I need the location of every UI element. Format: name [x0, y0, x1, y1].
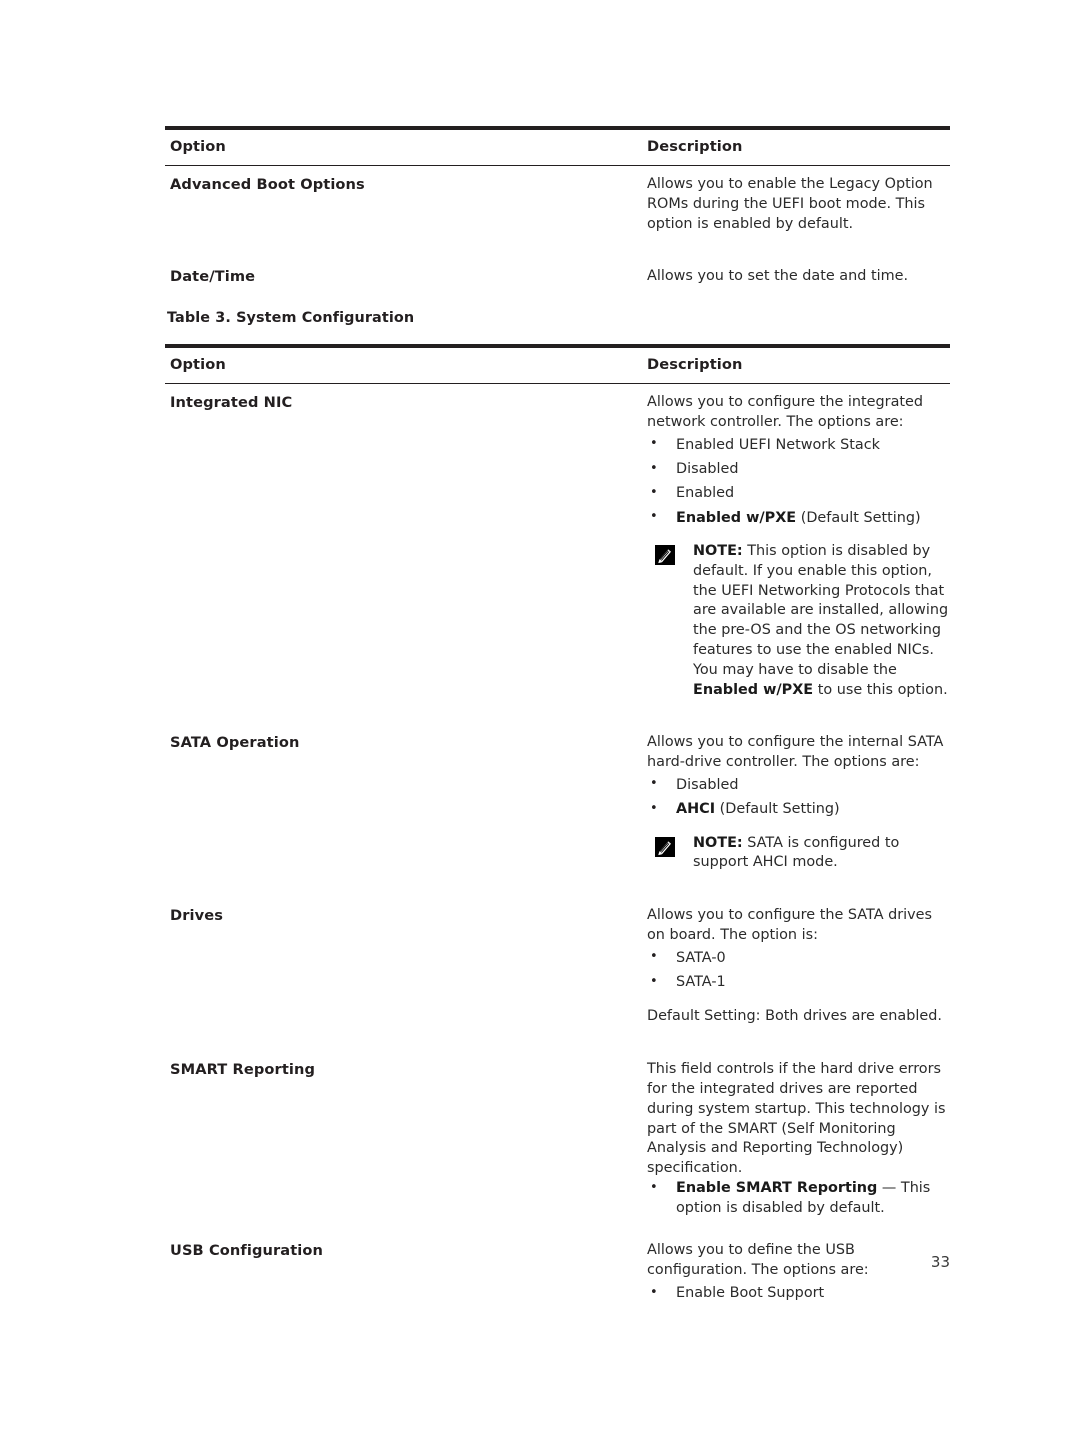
- list-item: Disabled: [647, 772, 950, 797]
- table-header-row: Option Description: [165, 348, 950, 384]
- table-row-drives: Drives Allows you to configure the SATA …: [165, 897, 950, 1027]
- list-item: SATA-1: [647, 970, 950, 995]
- option-bullet-list: Enabled UEFI Network Stack Disabled Enab…: [647, 432, 950, 530]
- row-spacer: [165, 1027, 950, 1051]
- column-header-description: Description: [647, 138, 743, 155]
- option-bullet-list: Disabled AHCI (Default Setting): [647, 772, 950, 822]
- description-paragraph: This field controls if the hard drive er…: [647, 1061, 946, 1177]
- note-pencil-icon: [655, 836, 675, 857]
- page-content: Option Description Advanced Boot Options…: [165, 126, 950, 1305]
- note-label: NOTE:: [693, 542, 743, 559]
- list-item-bold-text: Enabled w/PXE: [676, 509, 797, 526]
- note-bold-tail: Enabled w/PXE: [693, 681, 814, 698]
- option-bullet-list: SATA-0 SATA-1: [647, 945, 950, 995]
- list-item: Enabled w/PXE (Default Setting): [647, 505, 950, 530]
- description-outro: Default Setting: Both drives are enabled…: [647, 1008, 942, 1025]
- description-paragraph: Allows you to enable the Legacy Option R…: [647, 176, 933, 232]
- list-item-text: (Default Setting): [715, 801, 840, 818]
- option-bullet-list: Enable Boot Support: [647, 1281, 950, 1306]
- row-spacer: [165, 234, 950, 258]
- table-row: Date/Time Allows you to set the date and…: [165, 258, 950, 287]
- table-row: Advanced Boot Options Allows you to enab…: [165, 166, 950, 234]
- option-label: SATA Operation: [170, 734, 300, 752]
- table-caption: Table 3. System Configuration: [167, 310, 415, 327]
- option-description: Allows you to configure the internal SAT…: [643, 724, 950, 873]
- row-spacer: [165, 1218, 950, 1232]
- list-item: SATA-0: [647, 945, 950, 970]
- option-label: Drives: [170, 907, 224, 925]
- option-description: Allows you to enable the Legacy Option R…: [643, 166, 950, 234]
- table-row-sata-operation: SATA Operation Allows you to configure t…: [165, 724, 950, 873]
- list-item: AHCI (Default Setting): [647, 797, 950, 822]
- option-bullet-list: Enable SMART Reporting — This option is …: [647, 1178, 950, 1219]
- option-description: Allows you to set the date and time.: [643, 258, 950, 287]
- option-label: Date/Time: [170, 268, 256, 286]
- list-item-text: Enabled: [676, 485, 735, 502]
- description-paragraph: Allows you to set the date and time.: [647, 268, 909, 285]
- row-spacer: [165, 873, 950, 897]
- note-text: This option is disabled by default. If y…: [693, 542, 949, 678]
- table-header-row: Option Description: [165, 130, 950, 166]
- page-number: 33: [930, 1253, 950, 1271]
- list-item: Enabled: [647, 481, 950, 506]
- column-header-option: Option: [170, 356, 226, 374]
- description-paragraph: Allows you to configure the SATA drives …: [647, 907, 933, 943]
- system-configuration-table: Option Description Integrated NIC Allows…: [165, 344, 950, 1305]
- note-pencil-icon: [655, 544, 675, 565]
- row-spacer: [165, 700, 950, 724]
- list-item: Enabled UEFI Network Stack: [647, 432, 950, 457]
- list-item: Enable Boot Support: [647, 1281, 950, 1306]
- option-description: Allows you to configure the SATA drives …: [643, 897, 950, 1027]
- list-item-bold-text: Enable SMART Reporting: [676, 1179, 878, 1196]
- description-paragraph: Allows you to configure the internal SAT…: [647, 734, 944, 771]
- list-item-text: Enable Boot Support: [676, 1285, 825, 1302]
- list-item-text: Disabled: [676, 461, 739, 478]
- table-row-smart-reporting: SMART Reporting This field controls if t…: [165, 1051, 950, 1218]
- option-description: Allows you to configure the integrated n…: [643, 384, 950, 700]
- list-item-text: Enabled UEFI Network Stack: [676, 436, 880, 453]
- description-paragraph: Allows you to configure the integrated n…: [647, 394, 924, 430]
- note-text-tail: to use this option.: [813, 681, 948, 698]
- list-item: Disabled: [647, 457, 950, 482]
- list-item-bold-text: AHCI: [676, 801, 716, 818]
- row-spacer: [165, 287, 950, 309]
- list-item-text: (Default Setting): [796, 509, 921, 526]
- option-label: SMART Reporting: [170, 1061, 316, 1079]
- table-row-integrated-nic: Integrated NIC Allows you to configure t…: [165, 384, 950, 700]
- note-block: NOTE: SATA is configured to support AHCI…: [647, 834, 950, 874]
- document-page: Option Description Advanced Boot Options…: [0, 0, 1080, 1434]
- note-block: NOTE: This option is disabled by default…: [647, 542, 950, 700]
- bios-options-table-continued: Option Description Advanced Boot Options…: [165, 126, 950, 309]
- column-header-description: Description: [647, 356, 743, 374]
- list-item-text: Disabled: [676, 776, 739, 793]
- note-label: NOTE:: [693, 834, 743, 851]
- column-header-option: Option: [170, 138, 226, 155]
- list-item: Enable SMART Reporting — This option is …: [647, 1178, 950, 1219]
- list-item-text: SATA-1: [676, 974, 726, 991]
- option-label: Integrated NIC: [170, 394, 293, 412]
- list-item-text: SATA-0: [676, 949, 726, 966]
- option-label: Advanced Boot Options: [170, 176, 365, 193]
- option-description: This field controls if the hard drive er…: [643, 1051, 950, 1218]
